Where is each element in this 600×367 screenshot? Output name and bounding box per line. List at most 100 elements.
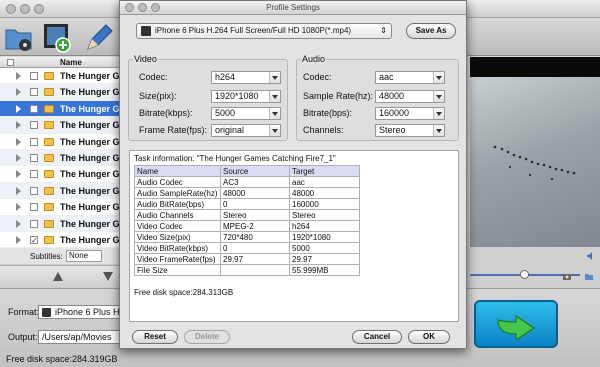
open-folder-icon[interactable] — [584, 271, 594, 281]
list-item[interactable]: The Hunger Gan — [0, 68, 130, 85]
row-checkbox[interactable] — [30, 153, 38, 162]
row-checkbox[interactable] — [30, 72, 38, 80]
delete-button[interactable]: Delete — [184, 330, 230, 344]
chevron-down-icon — [433, 91, 444, 102]
table-cell: 0 — [220, 242, 290, 254]
row-checkbox[interactable] — [30, 203, 38, 212]
task-information-panel: Task information: "The Hunger Games Catc… — [129, 150, 459, 322]
cancel-button[interactable]: Cancel — [352, 330, 402, 344]
table-cell: aac — [289, 176, 360, 188]
dialog-close-button[interactable] — [125, 3, 134, 12]
zoom-window-button[interactable] — [34, 4, 44, 14]
list-item[interactable]: The Hunger Ga — [0, 100, 125, 118]
audio-codec-value: aac — [379, 72, 394, 82]
list-item[interactable]: The Hunger Gan — [0, 149, 130, 167]
add-folder-icon[interactable] — [4, 21, 34, 53]
audio-samplerate-label: Sample Rate(hz): — [303, 91, 374, 101]
expand-triangle-icon[interactable] — [16, 88, 21, 97]
list-item[interactable]: The Hunger Gan — [0, 134, 130, 150]
move-down-icon[interactable] — [103, 272, 113, 281]
seek-handle[interactable] — [520, 270, 529, 279]
list-item[interactable]: The Hunger Gan — [0, 84, 130, 101]
edit-pencil-icon[interactable] — [84, 21, 114, 53]
format-select[interactable]: iPhone 6 Plus H.26 — [38, 305, 122, 319]
audio-samplerate-select[interactable]: 48000 — [375, 90, 445, 103]
video-bitrate-select[interactable]: 5000 — [211, 107, 281, 120]
row-checkbox[interactable]: ✓ — [30, 235, 38, 244]
expand-triangle-icon[interactable] — [16, 153, 21, 162]
table-cell: MPEG-2 — [220, 220, 290, 232]
dialog-zoom-button[interactable] — [151, 3, 160, 12]
select-all-checkbox[interactable] — [7, 59, 14, 66]
volume-icon[interactable] — [586, 251, 596, 261]
expand-triangle-icon[interactable] — [16, 235, 21, 244]
preview-image — [493, 145, 576, 181]
convert-button[interactable] — [474, 300, 558, 348]
list-item[interactable]: ✓ The Hunger Gan — [0, 232, 130, 249]
list-item[interactable]: The Hunger Gan — [0, 199, 130, 216]
video-framerate-select[interactable]: original — [211, 124, 281, 137]
add-video-icon[interactable] — [42, 21, 72, 53]
list-item[interactable]: The Hunger Gan — [0, 215, 130, 232]
list-item[interactable]: The Hunger Gan — [0, 117, 130, 134]
expand-triangle-icon[interactable] — [16, 137, 21, 146]
ok-button[interactable]: OK — [408, 330, 450, 344]
audio-channels-select[interactable]: Stereo — [375, 124, 445, 137]
video-size-select[interactable]: 1920*1080 — [211, 90, 281, 103]
row-checkbox[interactable] — [30, 170, 38, 179]
video-codec-select[interactable]: h264 — [211, 71, 281, 84]
expand-triangle-icon[interactable] — [16, 72, 21, 80]
audio-bitrate-label: Bitrate(bps): — [303, 108, 353, 118]
move-up-icon[interactable] — [53, 272, 63, 281]
list-header: Name — [0, 57, 123, 68]
table-cell: Audio BitRate(bps) — [134, 198, 221, 210]
table-row: Video Codec MPEG-2 h264 — [134, 220, 360, 232]
row-checkbox[interactable] — [30, 121, 38, 130]
expand-triangle-icon[interactable] — [16, 203, 21, 212]
row-checkbox[interactable] — [30, 88, 38, 97]
table-cell: Video Size(pix) — [134, 231, 221, 243]
list-item[interactable]: The Hunger Gan — [0, 182, 130, 200]
list-item[interactable]: The Hunger Gan — [0, 166, 130, 183]
row-checkbox[interactable] — [30, 219, 38, 228]
dialog-free-disk-space: Free disk space:284.313GB — [134, 288, 234, 297]
snapshot-icon[interactable] — [562, 271, 572, 281]
table-row: Video BitRate(kbps) 0 5000 — [134, 242, 360, 254]
expand-triangle-icon[interactable] — [16, 170, 21, 179]
audio-group-title: Audio — [301, 54, 327, 64]
table-cell: Stereo — [220, 209, 290, 221]
table-cell: Stereo — [289, 209, 360, 221]
folder-icon — [44, 219, 54, 228]
minimize-window-button[interactable] — [20, 4, 30, 14]
main-free-disk-space: Free disk space:284.319GB — [6, 354, 118, 364]
profile-select[interactable]: iPhone 6 Plus H.264 Full Screen/Full HD … — [136, 23, 392, 39]
close-window-button[interactable] — [6, 4, 16, 14]
row-checkbox[interactable] — [30, 186, 38, 195]
chevron-down-icon — [269, 91, 280, 102]
subtitles-select[interactable]: None — [66, 250, 102, 262]
name-column-header[interactable]: Name — [60, 57, 82, 68]
folder-icon — [44, 88, 54, 97]
audio-codec-select[interactable]: aac — [375, 71, 445, 84]
video-group-title: Video — [133, 54, 158, 64]
expand-triangle-icon[interactable] — [16, 121, 21, 130]
expand-triangle-icon[interactable] — [16, 104, 21, 113]
expand-triangle-icon[interactable] — [16, 219, 21, 228]
expand-triangle-icon[interactable] — [16, 186, 21, 195]
table-cell: Video FrameRate(fps) — [134, 253, 221, 265]
row-checkbox[interactable] — [30, 137, 38, 146]
task-information-title: Task information: "The Hunger Games Catc… — [134, 154, 336, 163]
dialog-minimize-button[interactable] — [138, 3, 147, 12]
table-cell: Audio Channels — [134, 209, 221, 221]
video-codec-value: h264 — [215, 72, 236, 82]
video-bitrate-value: 5000 — [215, 108, 236, 118]
folder-icon — [44, 203, 54, 212]
reset-button[interactable]: Reset — [132, 330, 178, 344]
list-item-title: The Hunger Ga — [60, 103, 125, 114]
table-cell: 0 — [220, 198, 290, 210]
save-as-button[interactable]: Save As — [406, 23, 456, 39]
audio-bitrate-select[interactable]: 160000 — [375, 107, 445, 120]
table-cell: h264 — [289, 220, 360, 232]
output-path-field[interactable]: /Users/ap/Movies — [38, 330, 122, 344]
row-checkbox[interactable] — [30, 104, 38, 113]
